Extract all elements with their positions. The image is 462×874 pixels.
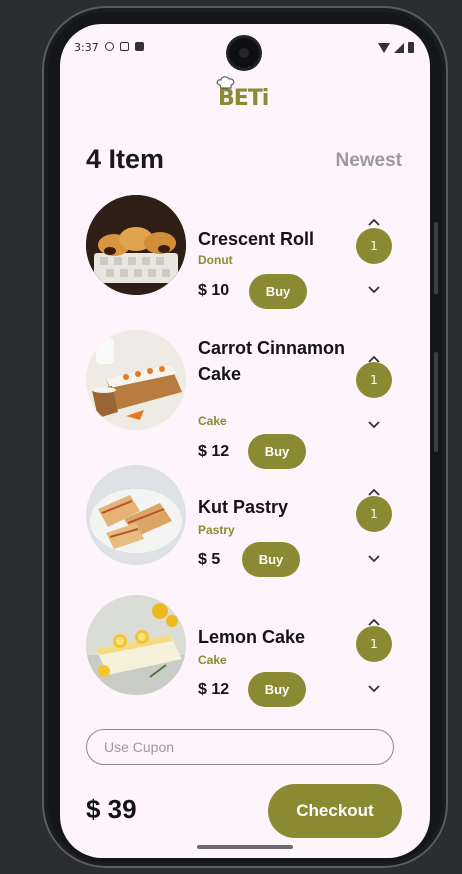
carrot-cake-image (86, 330, 186, 430)
product-name: Crescent Roll (198, 229, 315, 249)
sort-newest-button[interactable]: Newest (335, 150, 402, 172)
item-count-title: 4 Item (86, 144, 165, 174)
product-price: $ 12 (198, 443, 230, 460)
app-logo: BETi (210, 76, 270, 116)
buy-button[interactable]: Buy (249, 274, 307, 309)
product-image (86, 195, 186, 295)
product-category: Cake (198, 414, 227, 428)
window-icon (120, 42, 129, 51)
lemon-cake-image (86, 595, 186, 695)
cart-item: Carrot Cinnamon Cake Cake $ 12 Buy 1 (60, 329, 430, 469)
chevron-down-icon[interactable] (366, 284, 382, 294)
home-indicator[interactable] (197, 845, 293, 849)
front-camera (229, 38, 259, 68)
chevron-up-icon[interactable] (366, 218, 382, 228)
quantity-badge: 1 (356, 626, 392, 662)
checkout-button[interactable]: Checkout (268, 784, 402, 838)
buy-button[interactable]: Buy (248, 672, 306, 707)
product-price: $ 5 (198, 551, 221, 568)
product-name: Lemon Cake (198, 627, 306, 647)
chevron-down-icon[interactable] (366, 553, 382, 563)
status-time: 3:37 (74, 41, 99, 54)
product-category: Donut (198, 253, 233, 267)
pastry-image (86, 465, 186, 565)
crescent-roll-image (86, 195, 186, 295)
cart-item: Kut Pastry Pastry $ 5 Buy 1 (60, 464, 430, 584)
product-category: Cake (198, 653, 227, 667)
product-name: Carrot Cinnamon Cake (198, 338, 346, 384)
chevron-down-icon[interactable] (366, 419, 382, 429)
sd-card-icon (135, 42, 144, 51)
total-price: $ 39 (86, 794, 137, 824)
cart-item: Crescent Roll Donut $ 10 Buy 1 (60, 194, 430, 314)
quantity-badge: 1 (356, 228, 392, 264)
signal-icon (394, 42, 404, 53)
status-notifications (105, 42, 144, 51)
quantity-badge: 1 (356, 362, 392, 398)
product-name: Kut Pastry (198, 497, 289, 517)
logo-text: BETi (218, 86, 269, 111)
product-price: $ 10 (198, 282, 230, 299)
volume-button (434, 222, 438, 294)
wifi-icon (378, 42, 390, 53)
product-image (86, 595, 186, 695)
quantity-badge: 1 (356, 496, 392, 532)
app-screen: 3:37 BETi 4 Item Newest Crescent Roll Do… (60, 24, 430, 858)
product-category: Pastry (198, 523, 235, 537)
product-image (86, 465, 186, 565)
power-button (434, 352, 438, 452)
coupon-input[interactable] (86, 729, 394, 765)
product-price: $ 12 (198, 681, 230, 698)
product-image (86, 330, 186, 430)
chevron-down-icon[interactable] (366, 683, 382, 693)
shield-icon (105, 42, 114, 51)
battery-icon (408, 42, 414, 53)
status-indicators (378, 42, 414, 53)
cart-item: Lemon Cake Cake $ 12 Buy 1 (60, 594, 430, 714)
buy-button[interactable]: Buy (242, 542, 300, 577)
